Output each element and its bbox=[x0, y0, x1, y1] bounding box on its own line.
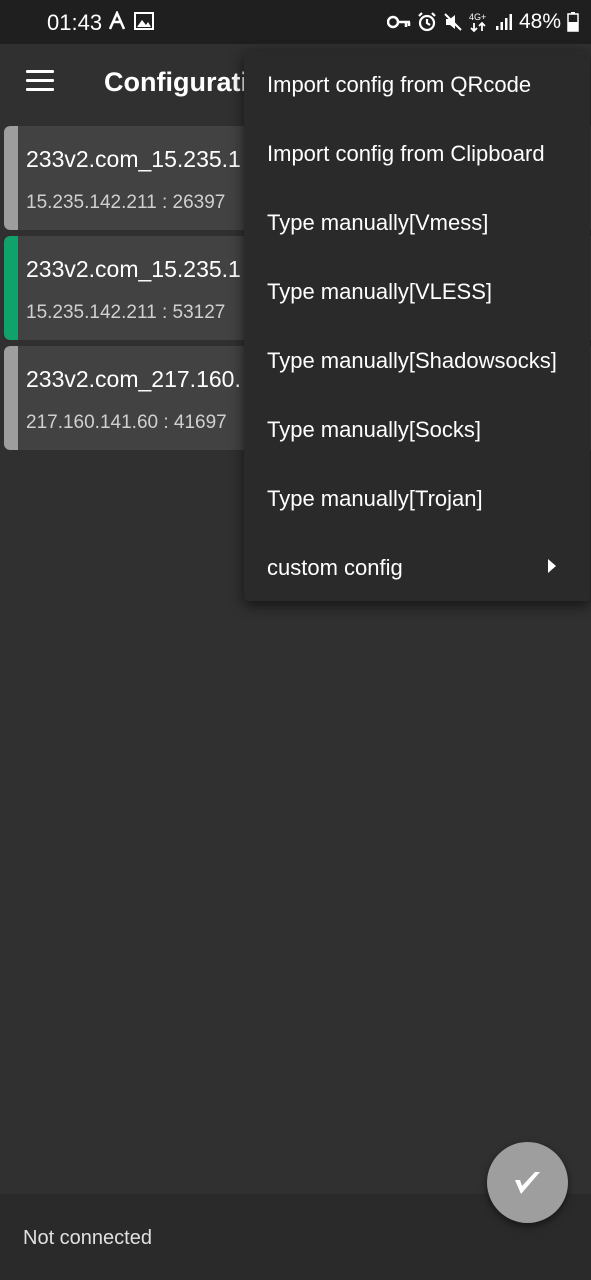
status-right: 4G+ 48% bbox=[386, 10, 579, 34]
image-icon bbox=[134, 11, 154, 31]
status-left-icons bbox=[108, 11, 154, 31]
menu-item-label: Type manually[Shadowsocks] bbox=[267, 348, 557, 373]
menu-item-type-vless[interactable]: Type manually[VLESS] bbox=[244, 258, 590, 327]
server-name: 233v2.com_217.160. bbox=[26, 366, 241, 392]
selection-indicator bbox=[4, 126, 18, 230]
svg-text:4G+: 4G+ bbox=[469, 12, 486, 22]
hamburger-menu-icon[interactable] bbox=[26, 70, 54, 94]
status-time: 01:43 bbox=[47, 10, 103, 35]
selection-indicator bbox=[4, 346, 18, 450]
menu-item-type-trojan[interactable]: Type manually[Trojan] bbox=[244, 465, 590, 534]
connect-button[interactable] bbox=[487, 1142, 568, 1223]
battery-icon bbox=[567, 12, 579, 32]
menu-item-label: Type manually[Socks] bbox=[267, 417, 481, 442]
app-notification-icon bbox=[108, 11, 126, 31]
add-config-menu: Import config from QRcode Import config … bbox=[244, 51, 590, 601]
server-address: 15.235.142.211 : 53127 bbox=[26, 302, 226, 323]
alarm-icon bbox=[417, 12, 437, 32]
menu-item-label: Type manually[Trojan] bbox=[267, 486, 483, 511]
menu-item-label: custom config bbox=[267, 555, 403, 580]
menu-item-import-qrcode[interactable]: Import config from QRcode bbox=[244, 51, 590, 120]
battery-percentage: 48% bbox=[518, 10, 561, 33]
signal-icon bbox=[495, 13, 513, 31]
server-address: 15.235.142.211 : 26397 bbox=[26, 192, 226, 213]
menu-item-label: Import config from QRcode bbox=[267, 72, 532, 97]
menu-item-type-vmess[interactable]: Type manually[Vmess] bbox=[244, 189, 590, 258]
page-title: Configurati bbox=[104, 67, 248, 97]
selection-indicator bbox=[4, 236, 18, 340]
menu-item-label: Type manually[Vmess] bbox=[267, 210, 489, 235]
v2ray-logo-icon bbox=[515, 1172, 540, 1194]
status-bar: 01:43 4G+ 48% bbox=[0, 0, 591, 44]
vpn-key-icon bbox=[386, 15, 411, 29]
menu-item-type-shadowsocks[interactable]: Type manually[Shadowsocks] bbox=[244, 327, 590, 396]
network-4g-icon: 4G+ bbox=[469, 11, 489, 33]
server-name: 233v2.com_15.235.1 bbox=[26, 146, 241, 172]
menu-item-label: Import config from Clipboard bbox=[267, 141, 545, 166]
menu-item-import-clipboard[interactable]: Import config from Clipboard bbox=[244, 120, 590, 189]
server-address: 217.160.141.60 : 41697 bbox=[26, 412, 227, 433]
server-name: 233v2.com_15.235.1 bbox=[26, 256, 241, 282]
menu-item-type-socks[interactable]: Type manually[Socks] bbox=[244, 396, 590, 465]
menu-item-label: Type manually[VLESS] bbox=[267, 279, 493, 304]
mute-icon bbox=[443, 12, 463, 32]
connection-status-text: Not connected bbox=[23, 1227, 152, 1249]
menu-item-custom-config[interactable]: custom config bbox=[244, 534, 590, 603]
submenu-arrow-icon bbox=[548, 559, 556, 573]
